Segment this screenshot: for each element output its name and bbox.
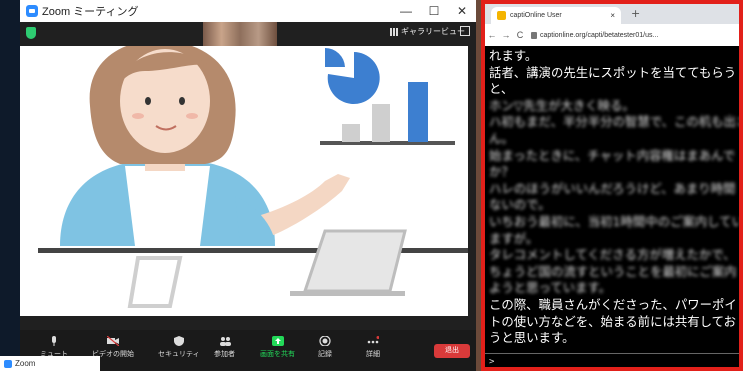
gallery-view-button[interactable]: ギャラリービュー (390, 26, 465, 37)
more-label: 詳細 (366, 351, 380, 358)
bar-medium (372, 104, 390, 142)
mic-icon (52, 336, 56, 346)
taskbar-zoom-label: Zoom (15, 359, 36, 368)
browser-window: captiOnline User × + ← → C captionline.o… (481, 0, 743, 371)
caption-line: と、 (489, 81, 514, 97)
share-screen-label: 画面を共有 (260, 351, 295, 358)
navigation-bar: ← → C captionline.org/capti/betatester01… (485, 24, 739, 46)
reload-button[interactable]: C (513, 30, 527, 40)
shared-screen-slide (20, 46, 468, 316)
caption-line: れます。 (489, 48, 538, 63)
taskbar (0, 0, 20, 371)
caption-line: ハレのほうがいいんだろうけど、あまり時間 (489, 180, 736, 196)
caption-line: いちおう最初に、当初1時間中のご案内してい (489, 213, 739, 229)
fullscreen-icon[interactable] (460, 26, 470, 36)
record-icon (319, 336, 331, 346)
more-button[interactable]: 詳細 (366, 336, 380, 359)
security-label: セキュリティ (158, 351, 200, 358)
caption-line: ますが。 (489, 230, 539, 246)
url-text: captionline.org/capti/betatester01/us... (540, 31, 659, 39)
zoom-taskbar-icon (4, 359, 12, 368)
maximize-button[interactable]: ☐ (420, 4, 448, 18)
share-screen-icon (271, 336, 284, 346)
gallery-view-label: ギャラリービュー (401, 27, 465, 36)
zoom-window: Zoom ミーティング — ☐ ✕ ギャラリービュー ミュート ビデオの開始 セ… (20, 0, 476, 371)
tab-bar: captiOnline User × + (485, 4, 739, 24)
caption-line: ちょうど国の流すということを最初にご案内 (489, 263, 737, 279)
bar-small (342, 124, 360, 142)
zoom-window-title: Zoom ミーティング (42, 6, 139, 18)
presenter-illustration (38, 46, 468, 308)
caption-line: ハ初もまだ、半分半分の智慧で、この机も出さ (489, 114, 739, 130)
caption-line: 始まったときに、チャット内容権はまあんで (489, 147, 736, 163)
caption-line: トの使い方などを、始まる前には共有してお (489, 313, 737, 329)
laptop (302, 229, 407, 293)
lock-icon (531, 31, 537, 39)
minimize-button[interactable]: — (392, 4, 420, 18)
close-button[interactable]: ✕ (448, 4, 476, 18)
caption-input[interactable]: > (485, 353, 739, 367)
leave-meeting-button[interactable]: 退出 (434, 344, 470, 358)
caption-line: タレコメントしてくださる方が増えたかで、 (489, 247, 736, 263)
tab-close-icon[interactable]: × (610, 11, 615, 20)
video-icon (107, 336, 119, 346)
participant-video-thumbnail[interactable] (203, 22, 277, 46)
zoom-titlebar: Zoom ミーティング — ☐ ✕ (20, 0, 476, 22)
tab-title: captiOnline User (510, 12, 562, 19)
back-button[interactable]: ← (485, 30, 499, 40)
favicon-icon (497, 11, 506, 20)
address-bar[interactable]: captionline.org/capti/betatester01/us... (531, 31, 739, 39)
encryption-shield-icon[interactable] (26, 27, 36, 39)
desk-line (38, 248, 468, 253)
taskbar-zoom-item[interactable]: Zoom (0, 356, 100, 371)
record-button[interactable]: 記録 (318, 336, 332, 359)
participants-label: 参加者 (214, 351, 235, 358)
pie-slice-small (325, 47, 345, 67)
record-label: 記録 (318, 351, 332, 358)
caption-line: ん。 (489, 130, 514, 146)
security-button[interactable]: セキュリティ (158, 336, 200, 359)
caption-line: ホン▽先生が大きく映る。 (489, 97, 635, 113)
zoom-logo-icon (26, 5, 38, 17)
caption-line: うと思います。 (489, 330, 575, 346)
participants-button[interactable]: 参加者 (214, 336, 235, 359)
new-tab-button[interactable]: + (631, 7, 640, 20)
caption-line: 話者、講演の先生にスポットを当ててもらう (489, 64, 737, 80)
caption-line: か？ (489, 164, 514, 180)
more-icon (367, 336, 379, 344)
caption-line: この際、職員さんがくださった、パワーポイ (489, 296, 737, 312)
caption-text-area: れます。 話者、講演の先生にスポットを当ててもらう と、 ホン▽先生が大きく映る… (485, 48, 739, 353)
shield-icon (173, 336, 184, 346)
chair (127, 256, 183, 308)
caption-line: ようと思っています。 (489, 280, 612, 296)
forward-button[interactable]: → (499, 30, 513, 40)
share-screen-button[interactable]: 画面を共有 (260, 336, 295, 359)
tab-captionline[interactable]: captiOnline User × (491, 7, 621, 24)
bar-tall (408, 82, 428, 142)
participants-icon (219, 337, 231, 346)
caption-line: ないので。 (489, 197, 551, 213)
grid-icon (390, 27, 398, 36)
